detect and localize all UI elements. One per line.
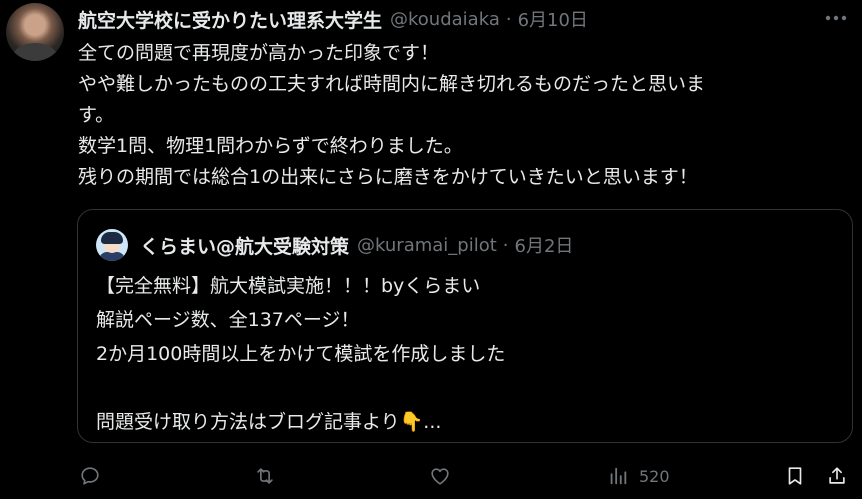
quoted-post-date[interactable]: 6月2日 (515, 232, 574, 258)
quoted-post-text: 【完全無料】航大模試実施！！！byくらまい 解説ページ数、全137ページ！ 2か… (96, 269, 836, 439)
post-text-line: す。 (78, 104, 115, 126)
views-count: 520 (639, 466, 670, 486)
quoted-author-handle[interactable]: @kuramai_pilot (357, 235, 497, 256)
repost-button[interactable] (254, 462, 276, 490)
like-icon (431, 468, 449, 485)
quoted-post-header: くらまい@航大受験対策 @kuramai_pilot · 6月2日 (140, 230, 573, 260)
post-text-line: 残りの期間では総合1の出来にさらに磨きをかけていきたいと思います！ (78, 166, 698, 188)
views-button[interactable]: 520 (607, 462, 670, 490)
action-bar: 520 (0, 458, 862, 494)
quoted-post-card[interactable]: くらまい@航大受験対策 @kuramai_pilot · 6月2日 【完全無料】… (77, 209, 853, 443)
post-date[interactable]: 6月10日 (518, 6, 588, 32)
share-button[interactable] (826, 462, 848, 490)
post-header: 航空大学校に受かりたい理系大学生 @koudaiaka · 6月10日 (78, 6, 588, 32)
post-text-line: 全ての問題で再現度が高かった印象です！ (78, 42, 440, 64)
separator-dot: · (505, 8, 512, 30)
quoted-author-avatar[interactable] (96, 229, 128, 261)
separator-dot: · (502, 234, 509, 256)
author-avatar[interactable] (6, 3, 64, 61)
bookmark-button[interactable] (784, 462, 806, 490)
author-handle[interactable]: @koudaiaka (390, 9, 500, 30)
author-display-name[interactable]: 航空大学校に受かりたい理系大学生 (78, 6, 382, 33)
post-text-line: やや難しかったものの工夫すれば時間内に解き切れるものだったと思いま (78, 73, 706, 95)
quoted-text-line (96, 371, 836, 405)
bookmark-icon (788, 467, 802, 485)
quoted-text-line: 2か月100時間以上をかけて模試を作成しました (96, 343, 506, 365)
quoted-author-display-name[interactable]: くらまい@航大受験対策 (140, 232, 349, 259)
repost-icon (257, 468, 273, 484)
views-icon (610, 467, 627, 485)
share-icon (829, 467, 845, 484)
like-button[interactable] (429, 462, 451, 490)
reply-icon (81, 467, 99, 485)
post-text-line: 数学1問、物理1問わからずで終わりました。 (78, 135, 463, 157)
quoted-text-line: 解説ページ数、全137ページ！ (96, 309, 360, 331)
post-text: 全ての問題で再現度が高かった印象です！ やや難しかったものの工夫すれば時間内に解… (78, 38, 838, 193)
more-icon[interactable] (822, 8, 850, 28)
quoted-text-line: 【完全無料】航大模試実施！！！byくらまい (96, 275, 481, 297)
reply-button[interactable] (79, 462, 101, 490)
quoted-text-line: 問題受け取り方法はブログ記事より👇... (96, 411, 442, 433)
